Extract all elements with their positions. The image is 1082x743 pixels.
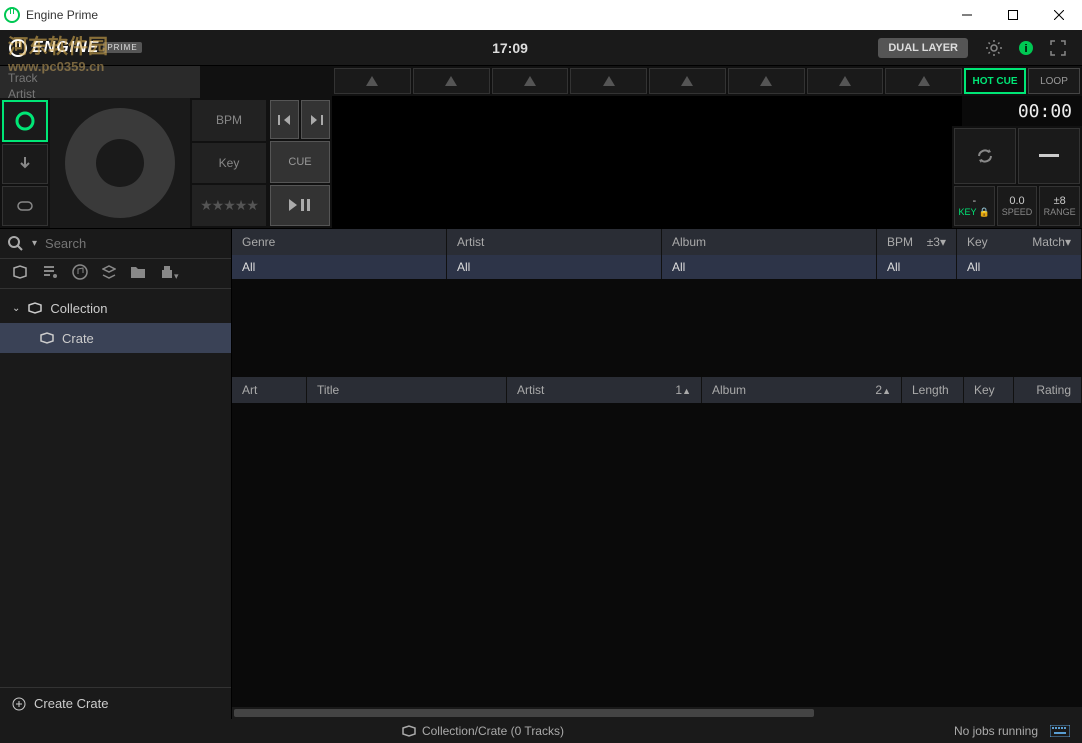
tree-collection[interactable]: ⌄ Collection (0, 293, 231, 323)
filter-list-area (232, 279, 1082, 377)
serato-icon[interactable] (102, 265, 116, 282)
column-key[interactable]: Key (964, 377, 1014, 403)
clock: 17:09 (142, 40, 879, 56)
fullscreen-icon[interactable] (1044, 34, 1072, 62)
playlists-icon[interactable] (42, 264, 58, 283)
search-input[interactable] (45, 236, 223, 251)
cue-button[interactable]: CUE (270, 141, 330, 182)
loop-button[interactable]: LOOP (1028, 68, 1080, 94)
deck-section: Track Artist BPM Key ★★★★★ (0, 66, 1082, 229)
cue-slot-2[interactable] (413, 68, 490, 94)
usb-icon[interactable]: ▾ (160, 265, 179, 282)
rating-display[interactable]: ★★★★★ (192, 185, 266, 226)
logo-badge: PRIME (103, 42, 141, 53)
crate-icon (40, 331, 54, 345)
speed-param[interactable]: 0.0SPEED (997, 186, 1038, 226)
filter-album-header[interactable]: Album (662, 229, 877, 255)
close-button[interactable] (1036, 0, 1082, 30)
browser: ▾ ▾ ⌄ Collection Crate Create Crate (0, 229, 1082, 719)
cue-slot-7[interactable] (807, 68, 884, 94)
column-title[interactable]: Title (307, 377, 507, 403)
cue-slot-5[interactable] (649, 68, 726, 94)
cue-slot-6[interactable] (728, 68, 805, 94)
column-album[interactable]: Album2▲ (702, 377, 902, 403)
column-length[interactable]: Length (902, 377, 964, 403)
status-bar: Collection/Crate (0 Tracks) No jobs runn… (0, 719, 1082, 743)
search-dropdown-icon[interactable]: ▾ (32, 238, 37, 249)
settings-icon[interactable] (980, 34, 1008, 62)
maximize-button[interactable] (990, 0, 1036, 30)
logo-text: ENGINE (32, 39, 99, 57)
play-pause-button[interactable] (270, 185, 330, 226)
app-icon (4, 7, 20, 23)
plus-icon (12, 697, 26, 711)
jog-wheel[interactable] (50, 98, 190, 228)
filter-header: Genre Artist Album BPM±3▾ KeyMatch▾ (232, 229, 1082, 255)
folder-icon[interactable] (130, 265, 146, 282)
filter-bpm-header[interactable]: BPM±3▾ (877, 229, 957, 255)
filter-album-all[interactable]: All (662, 255, 877, 279)
cue-slot-4[interactable] (570, 68, 647, 94)
horizontal-scrollbar[interactable] (232, 707, 1082, 719)
bpm-display[interactable]: BPM (192, 100, 266, 141)
track-label: Track (8, 70, 192, 86)
next-track-button[interactable] (301, 100, 330, 139)
prev-track-button[interactable] (270, 100, 299, 139)
waveform-overview[interactable] (332, 96, 962, 126)
expand-icon[interactable]: ⌄ (12, 303, 20, 314)
minimize-button[interactable] (944, 0, 990, 30)
hotcue-button[interactable]: HOT CUE (964, 68, 1026, 94)
logo: ENGINE PRIME (8, 38, 142, 58)
dual-layer-button[interactable]: DUAL LAYER (878, 38, 968, 58)
status-path: Collection/Crate (0 Tracks) (422, 724, 564, 738)
key-display[interactable]: Key (192, 143, 266, 184)
filter-artist-header[interactable]: Artist (447, 229, 662, 255)
loop-mode-button[interactable] (2, 186, 48, 226)
cue-slot-8[interactable] (885, 68, 962, 94)
info-icon[interactable]: i (1012, 34, 1040, 62)
filter-values-row: All All All All All (232, 255, 1082, 279)
crates-icon[interactable] (12, 264, 28, 283)
keyboard-icon[interactable] (1050, 725, 1070, 737)
needle-drop-button[interactable] (2, 144, 48, 184)
cue-slot-1[interactable] (334, 68, 411, 94)
filter-key-header[interactable]: KeyMatch▾ (957, 229, 1082, 255)
pitch-reset-button[interactable] (1018, 128, 1080, 184)
track-list-header: Art Title Artist1▲ Album2▲ Length Key Ra… (232, 377, 1082, 403)
filter-bpm-all[interactable]: All (877, 255, 957, 279)
crate-icon (402, 724, 416, 738)
cue-slot-3[interactable] (492, 68, 569, 94)
itunes-icon[interactable] (72, 264, 88, 283)
top-bar: ENGINE PRIME 17:09 DUAL LAYER i (0, 30, 1082, 66)
create-crate-button[interactable]: Create Crate (0, 687, 231, 719)
track-info-panel: Track Artist (0, 66, 200, 98)
key-param[interactable]: -KEY 🔒 (954, 186, 995, 226)
time-counter: 00:00 (962, 96, 1082, 126)
sidebar: ▾ ▾ ⌄ Collection Crate Create Crate (0, 229, 232, 719)
range-param[interactable]: ±8RANGE (1039, 186, 1080, 226)
filter-genre-header[interactable]: Genre (232, 229, 447, 255)
column-rating[interactable]: Rating (1014, 377, 1082, 403)
main-browser: Genre Artist Album BPM±3▾ KeyMatch▾ All … (232, 229, 1082, 719)
search-icon[interactable] (8, 236, 24, 252)
window-titlebar: Engine Prime (0, 0, 1082, 30)
sync-button[interactable] (954, 128, 1016, 184)
crate-icon (28, 301, 42, 315)
jobs-status: No jobs running (954, 724, 1038, 738)
tree-crate[interactable]: Crate (0, 323, 231, 353)
waveform-detail[interactable] (332, 126, 952, 228)
filter-key-all[interactable]: All (957, 255, 1082, 279)
vinyl-mode-button[interactable] (2, 100, 48, 142)
collection-tree: ⌄ Collection Crate (0, 289, 231, 687)
column-art[interactable]: Art (232, 377, 307, 403)
svg-text:i: i (1024, 43, 1027, 55)
logo-icon (8, 38, 28, 58)
track-list (232, 403, 1082, 707)
filter-genre-all[interactable]: All (232, 255, 447, 279)
window-title: Engine Prime (26, 8, 98, 22)
filter-artist-all[interactable]: All (447, 255, 662, 279)
column-artist[interactable]: Artist1▲ (507, 377, 702, 403)
